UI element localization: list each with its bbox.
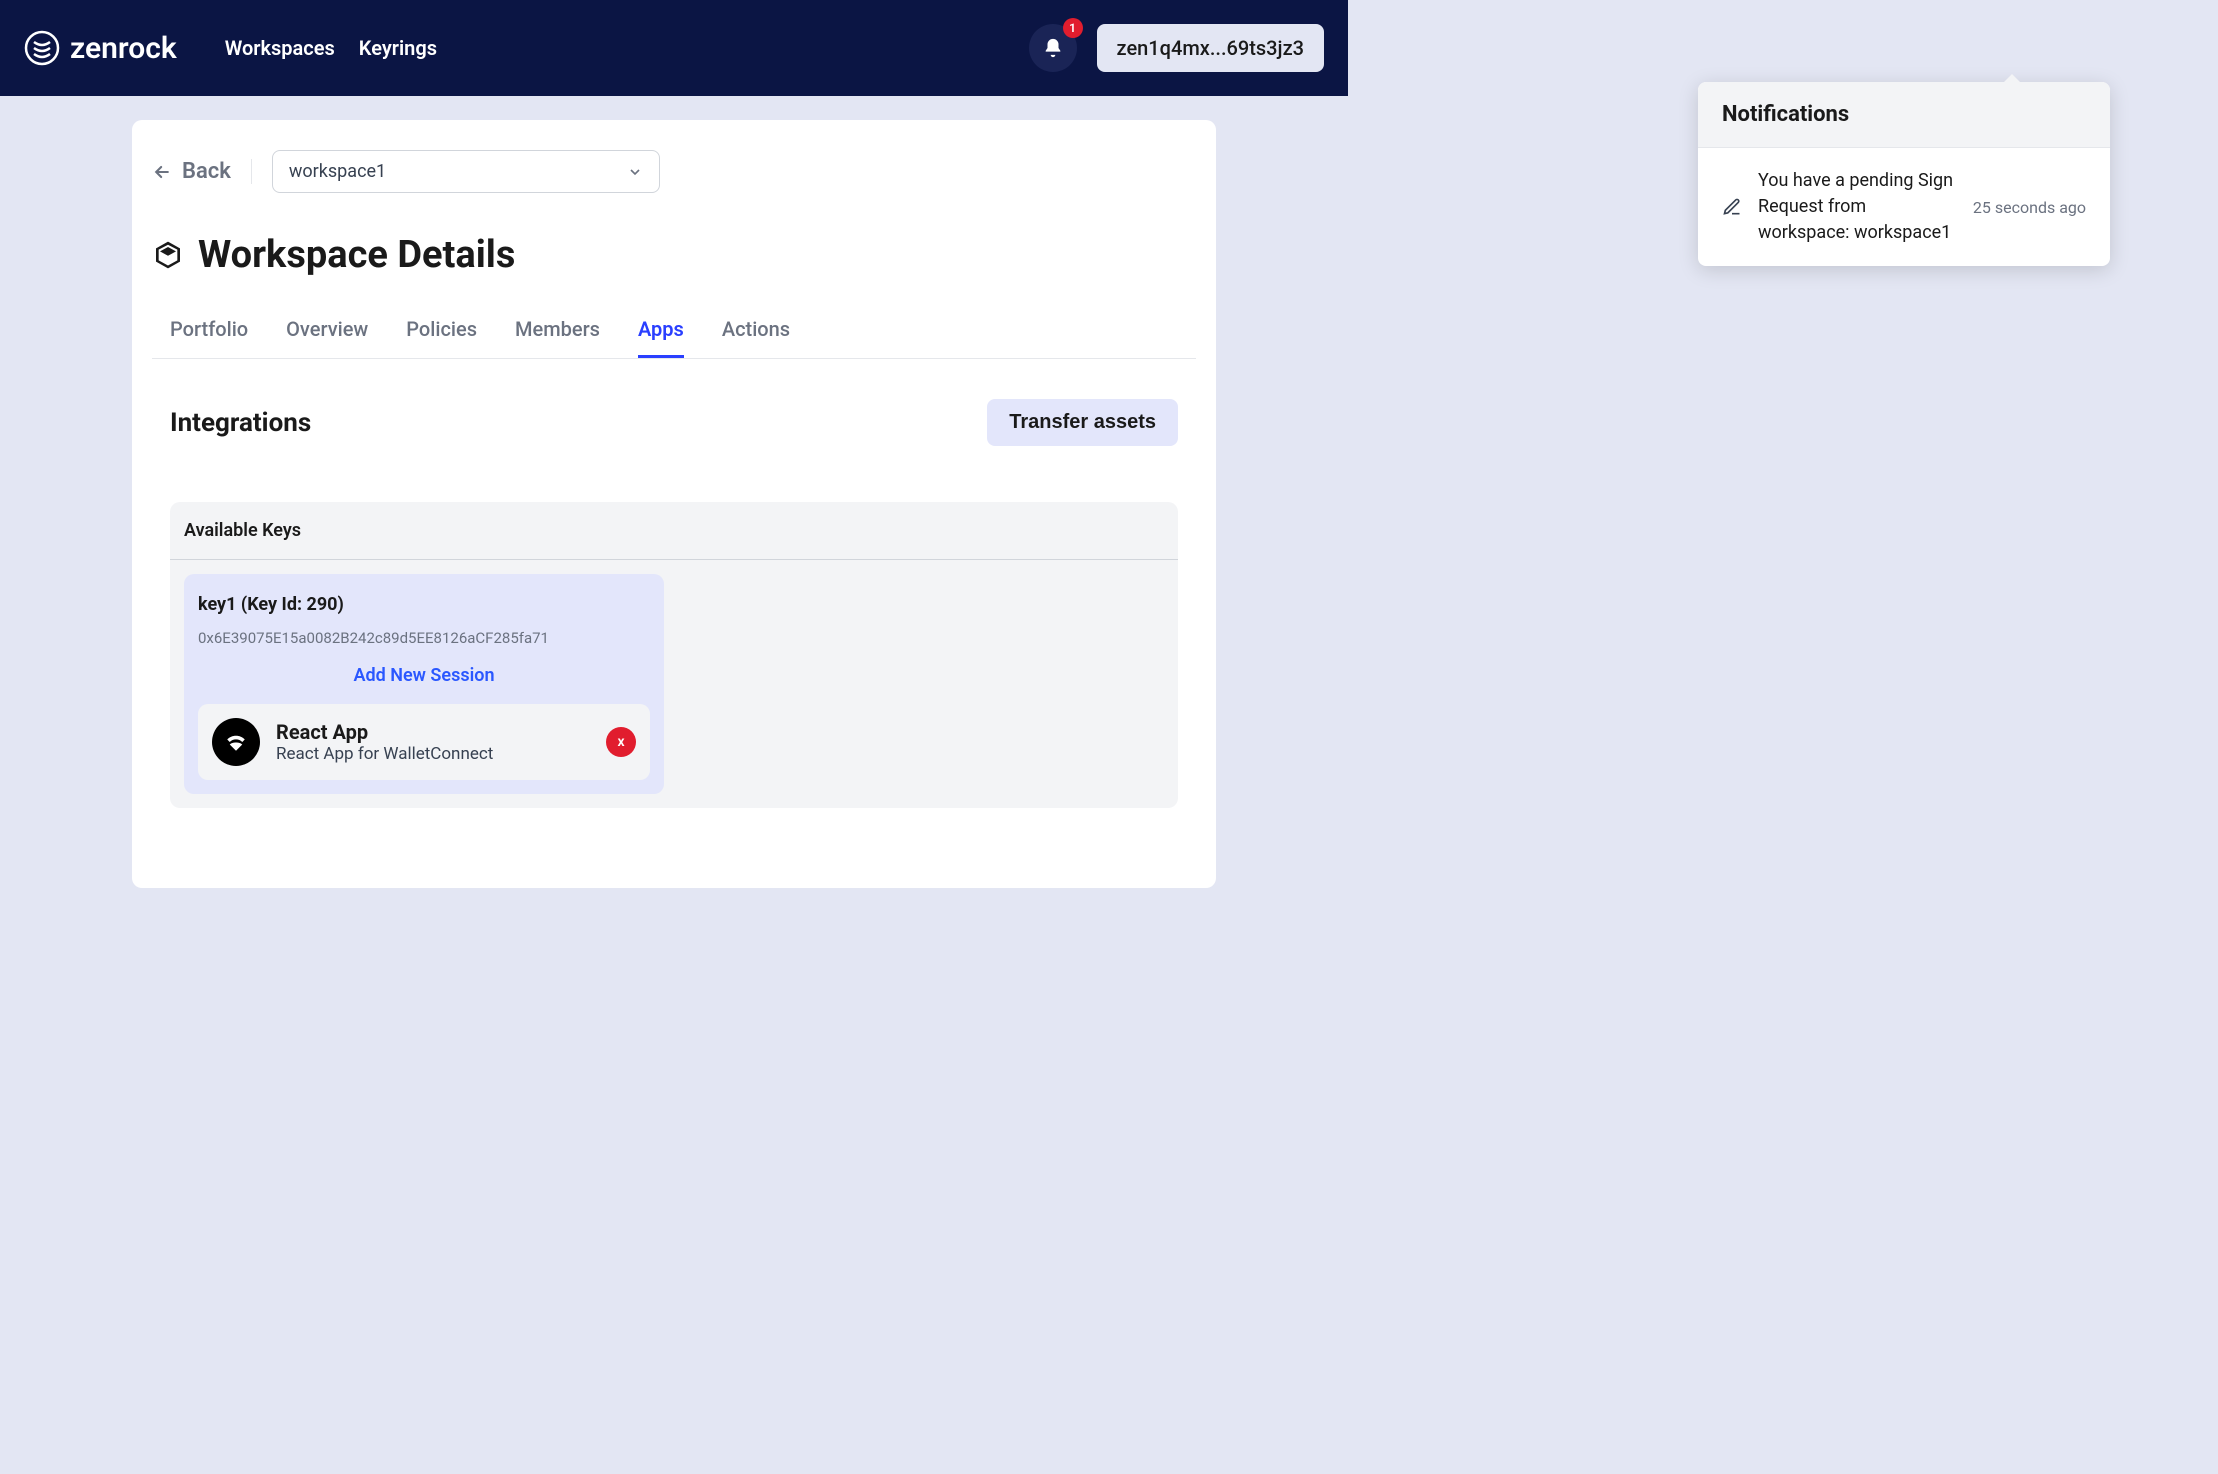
nav-keyrings[interactable]: Keyrings <box>359 36 437 60</box>
page-title-row: Workspace Details <box>152 233 1196 277</box>
workspace-tabs: Portfolio Overview Policies Members Apps… <box>152 317 1196 359</box>
add-new-session-button[interactable]: Add New Session <box>198 665 650 686</box>
tab-portfolio[interactable]: Portfolio <box>170 317 248 358</box>
workspace-select[interactable]: workspace1 <box>272 150 660 193</box>
nav-workspaces[interactable]: Workspaces <box>225 36 335 60</box>
integrations-title: Integrations <box>170 408 311 438</box>
notification-text: You have a pending Sign Request from wor… <box>1758 168 1957 246</box>
brand-name: zenrock <box>70 31 177 66</box>
main-content: Back workspace1 Workspace Details Portfo… <box>0 96 1348 888</box>
available-keys-title: Available Keys <box>170 502 1178 560</box>
workspace-cube-icon <box>152 239 184 271</box>
notifications-popover: Notifications You have a pending Sign Re… <box>1698 82 2110 266</box>
workspace-card: Back workspace1 Workspace Details Portfo… <box>132 120 1216 888</box>
header-left: zenrock Workspaces Keyrings <box>24 30 437 66</box>
page-title: Workspace Details <box>198 233 515 277</box>
popover-arrow <box>2002 74 2022 84</box>
brand-logo[interactable]: zenrock <box>24 30 177 66</box>
tab-actions[interactable]: Actions <box>722 317 790 358</box>
notifications-title: Notifications <box>1698 82 2110 148</box>
bell-icon <box>1042 37 1064 59</box>
notification-count-badge: 1 <box>1063 18 1083 38</box>
arrow-left-icon <box>152 162 172 182</box>
zenrock-logo-icon <box>24 30 60 66</box>
session-card: React App React App for WalletConnect x <box>198 704 650 780</box>
keys-body: key1 (Key Id: 290) 0x6E39075E15a0082B242… <box>170 560 1178 808</box>
tab-overview[interactable]: Overview <box>286 317 368 358</box>
back-button[interactable]: Back <box>152 159 252 184</box>
key-title: key1 (Key Id: 290) <box>198 594 650 615</box>
remove-session-button[interactable]: x <box>606 727 636 757</box>
wallet-address-button[interactable]: zen1q4mx...69ts3jz3 <box>1097 24 1324 72</box>
session-desc: React App for WalletConnect <box>276 744 590 764</box>
chevron-down-icon <box>627 164 643 180</box>
tab-policies[interactable]: Policies <box>406 317 477 358</box>
transfer-assets-button[interactable]: Transfer assets <box>987 399 1178 446</box>
header-right: 1 zen1q4mx...69ts3jz3 <box>1029 24 1324 72</box>
notification-item[interactable]: You have a pending Sign Request from wor… <box>1698 148 2110 266</box>
tab-apps[interactable]: Apps <box>638 317 684 358</box>
walletconnect-icon <box>212 718 260 766</box>
notifications-button[interactable]: 1 <box>1029 24 1077 72</box>
primary-nav: Workspaces Keyrings <box>225 36 437 60</box>
back-label: Back <box>182 159 231 184</box>
workspace-selected-value: workspace1 <box>289 161 386 182</box>
card-top-bar: Back workspace1 <box>152 150 1196 193</box>
tab-members[interactable]: Members <box>515 317 600 358</box>
session-name: React App <box>276 720 590 744</box>
app-header: zenrock Workspaces Keyrings 1 zen1q4mx..… <box>0 0 1348 96</box>
notification-time: 25 seconds ago <box>1973 198 2086 217</box>
session-info: React App React App for WalletConnect <box>276 720 590 764</box>
sign-request-icon <box>1722 197 1742 217</box>
integrations-header: Integrations Transfer assets <box>152 399 1196 446</box>
key-address: 0x6E39075E15a0082B242c89d5EE8126aCF285fa… <box>198 629 650 647</box>
available-keys-panel: Available Keys key1 (Key Id: 290) 0x6E39… <box>170 502 1178 808</box>
key-card: key1 (Key Id: 290) 0x6E39075E15a0082B242… <box>184 574 664 794</box>
